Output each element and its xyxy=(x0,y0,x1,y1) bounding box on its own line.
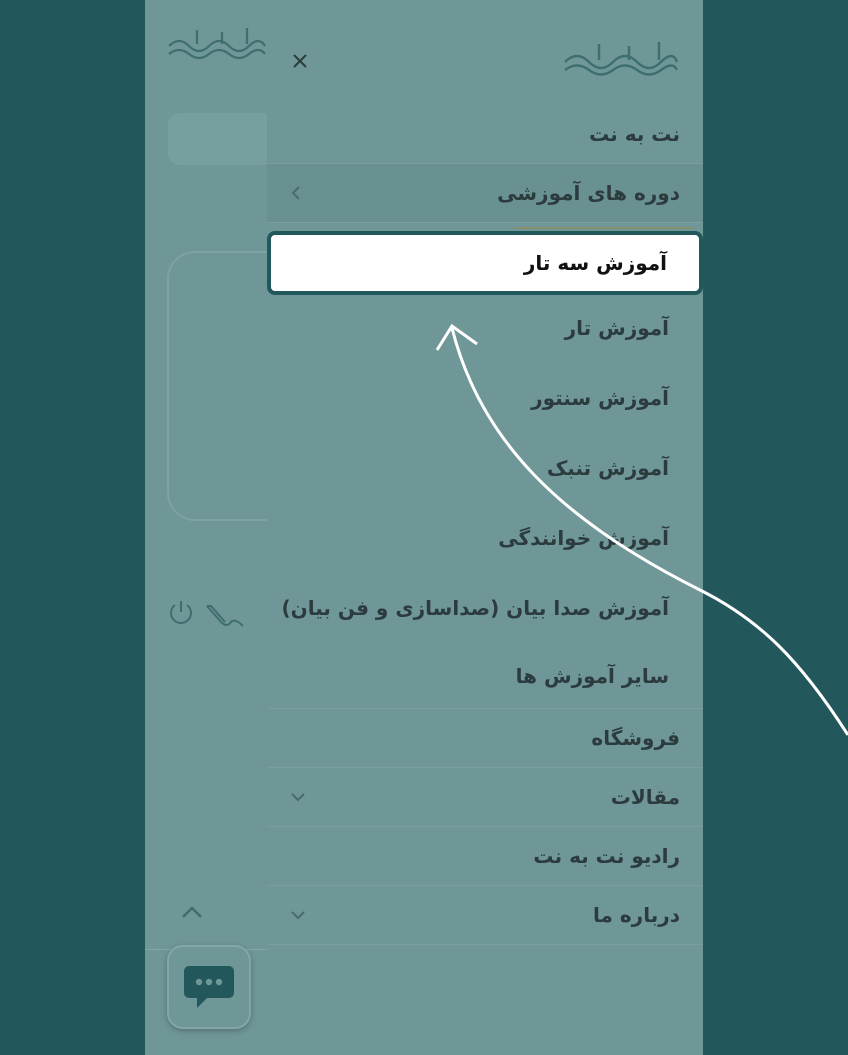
menu-item-netbenet[interactable]: نت به نت xyxy=(267,105,703,164)
chevron-up-icon[interactable] xyxy=(180,902,204,922)
menu-item-shop[interactable]: فروشگاه xyxy=(267,709,703,768)
signature-icon[interactable] xyxy=(203,600,245,630)
submenu-item-label: سایر آموزش ها xyxy=(515,663,669,688)
submenu-item-singing[interactable]: آموزش خوانندگی xyxy=(267,503,703,573)
menu-item-label: نت به نت xyxy=(589,122,680,146)
chat-button[interactable] xyxy=(167,945,251,1029)
courses-submenu: آموزش تار آموزش سنتور آموزش تنبک آموزش خ… xyxy=(267,223,703,709)
submenu-item-tar[interactable]: آموزش تار xyxy=(267,293,703,363)
chevron-down-icon[interactable] xyxy=(289,790,307,804)
menu-item-label: رادیو نت به نت xyxy=(533,844,680,868)
menu-item-label: دوره های آموزشی xyxy=(497,181,680,205)
chevron-icon[interactable] xyxy=(289,184,303,202)
menu-item-label: فروشگاه xyxy=(591,726,680,750)
site-logo-icon xyxy=(168,28,266,60)
submenu-item-label: آموزش سنتور xyxy=(531,386,669,410)
submenu-item-santour[interactable]: آموزش سنتور xyxy=(267,363,703,433)
close-icon[interactable] xyxy=(289,50,311,72)
chevron-down-icon[interactable] xyxy=(289,908,307,922)
side-drawer: نت به نت دوره های آموزشی آموزش تار آموزش… xyxy=(267,0,703,1055)
menu-item-label: مقالات xyxy=(610,785,680,809)
submenu-item-label: آموزش خوانندگی xyxy=(498,526,669,550)
power-icon[interactable] xyxy=(167,598,195,626)
submenu-item-label: آموزش صدا بیان (صداسازی و فن بیان) xyxy=(281,596,669,620)
menu-item-courses[interactable]: دوره های آموزشی xyxy=(267,164,703,223)
submenu-item-voice[interactable]: آموزش صدا بیان (صداسازی و فن بیان) xyxy=(267,573,703,643)
submenu-item-setar[interactable]: آموزش سه تار xyxy=(267,231,703,295)
submenu-item-label: آموزش تنبک xyxy=(546,456,669,480)
submenu-item-other[interactable]: سایر آموزش ها xyxy=(267,643,703,709)
menu-item-radio[interactable]: رادیو نت به نت xyxy=(267,827,703,886)
chat-bubble-icon xyxy=(184,966,234,1008)
menu-item-articles[interactable]: مقالات xyxy=(267,768,703,827)
site-logo-icon xyxy=(564,42,679,76)
submenu-item-label: آموزش تار xyxy=(564,316,669,340)
submenu-item-tombak[interactable]: آموزش تنبک xyxy=(267,433,703,503)
menu-item-label: درباره ما xyxy=(593,903,680,927)
menu-item-about[interactable]: درباره ما xyxy=(267,886,703,945)
active-indicator xyxy=(513,227,693,229)
submenu-item-label: آموزش سه تار xyxy=(523,251,667,275)
